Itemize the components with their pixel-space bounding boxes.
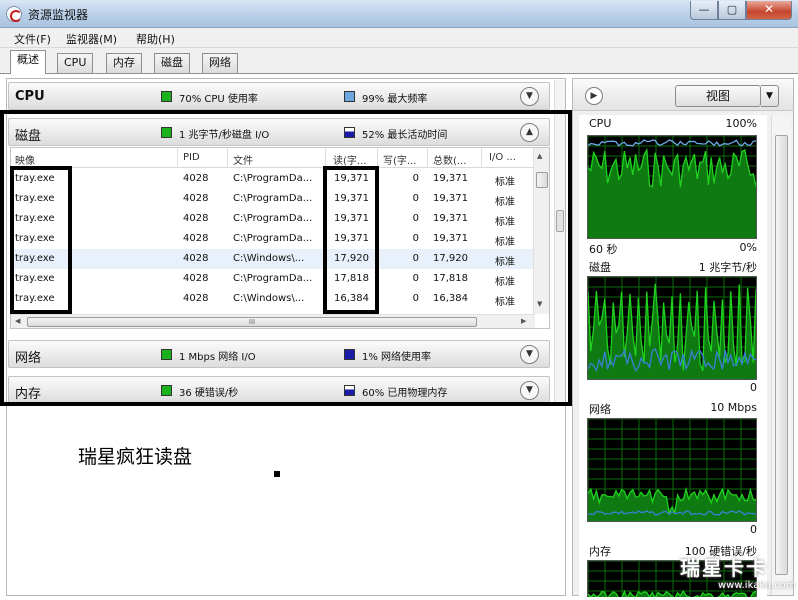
tab-divider <box>0 73 798 74</box>
tab-disk[interactable]: 磁盘 <box>154 53 190 73</box>
menu-bar: 文件(F) 监视器(M) 帮助(H) <box>0 28 798 48</box>
cpu-section-title: CPU <box>15 89 45 104</box>
resource-monitor-icon <box>6 6 22 22</box>
cpu-max-frequency-line <box>588 139 756 147</box>
collapse-pane-arrow-icon[interactable]: ▶ <box>585 87 603 105</box>
graph-disk-max: 1 兆字节/秒 <box>698 261 757 274</box>
annotation-dot <box>274 471 280 477</box>
menu-file[interactable]: 文件(F) <box>14 31 51 47</box>
title-bar: 资源监视器 — ▢ ✕ <box>0 0 798 28</box>
max-frequency-indicator <box>344 91 355 102</box>
graph-network-min: 0 <box>750 523 757 536</box>
tab-bar: 概述 CPU 内存 磁盘 网络 <box>0 48 798 74</box>
disk-graph <box>587 276 757 380</box>
graph-list: CPU 100% 60 秒 0% 磁盘 1 兆字节/秒 0 网络 10 Mbps… <box>579 115 767 597</box>
highlight-box-image-column <box>10 166 72 314</box>
watermark-logo: 瑞星卡卡 www.ikaka.com <box>680 552 796 596</box>
graph-cpu-min: 0% <box>739 241 757 254</box>
cpu-usage-text: 70% CPU 使用率 <box>179 94 258 105</box>
tab-memory[interactable]: 内存 <box>106 53 142 73</box>
graph-disk-label: 磁盘 <box>589 261 611 274</box>
annotation-text: 瑞星疯狂读盘 <box>78 446 193 468</box>
tab-network[interactable]: 网络 <box>202 53 238 73</box>
graph-pane: ▶ 视图 ▼ CPU 100% 60 秒 0% 磁盘 1 兆字节/秒 0 网络 … <box>572 78 794 597</box>
view-dropdown-arrow-icon[interactable]: ▼ <box>761 85 779 107</box>
graph-cpu-label: CPU <box>589 117 612 130</box>
highlight-box-read-column <box>323 166 379 314</box>
window-title: 资源监视器 <box>28 8 89 22</box>
menu-help[interactable]: 帮助(H) <box>136 31 175 47</box>
graph-toolbar: ▶ 视图 ▼ <box>573 79 793 111</box>
cpu-section-header[interactable]: CPU 70% CPU 使用率 99% 最大频率 ▼ <box>8 82 550 110</box>
close-button[interactable]: ✕ <box>746 1 792 20</box>
cpu-usage-indicator <box>161 91 172 102</box>
graph-pane-scrollbar[interactable] <box>771 115 791 595</box>
menu-monitor[interactable]: 监视器(M) <box>66 31 117 47</box>
cpu-expand-chevron-icon[interactable]: ▼ <box>520 87 539 106</box>
tab-overview[interactable]: 概述 <box>10 50 46 74</box>
view-button[interactable]: 视图 <box>675 85 761 107</box>
graph-network-max: 10 Mbps <box>710 401 757 414</box>
watermark-url: www.ikaka.com <box>718 580 796 591</box>
graph-pane-scroll-thumb[interactable] <box>775 135 788 575</box>
graph-cpu-time: 60 秒 <box>589 243 618 256</box>
graph-cpu-max: 100% <box>725 117 757 130</box>
graph-memory-label: 内存 <box>589 545 611 558</box>
cpu-graph <box>587 135 757 239</box>
max-frequency-text: 99% 最大频率 <box>362 94 428 105</box>
watermark-text: 瑞星卡卡 <box>680 556 768 580</box>
highlight-box-disk-area <box>0 110 572 406</box>
graph-network-label: 网络 <box>589 403 611 416</box>
minimize-button[interactable]: — <box>690 1 718 20</box>
graph-disk-min: 0 <box>750 381 757 394</box>
maximize-button[interactable]: ▢ <box>718 1 746 20</box>
network-graph <box>587 418 757 522</box>
tab-cpu[interactable]: CPU <box>57 53 94 73</box>
